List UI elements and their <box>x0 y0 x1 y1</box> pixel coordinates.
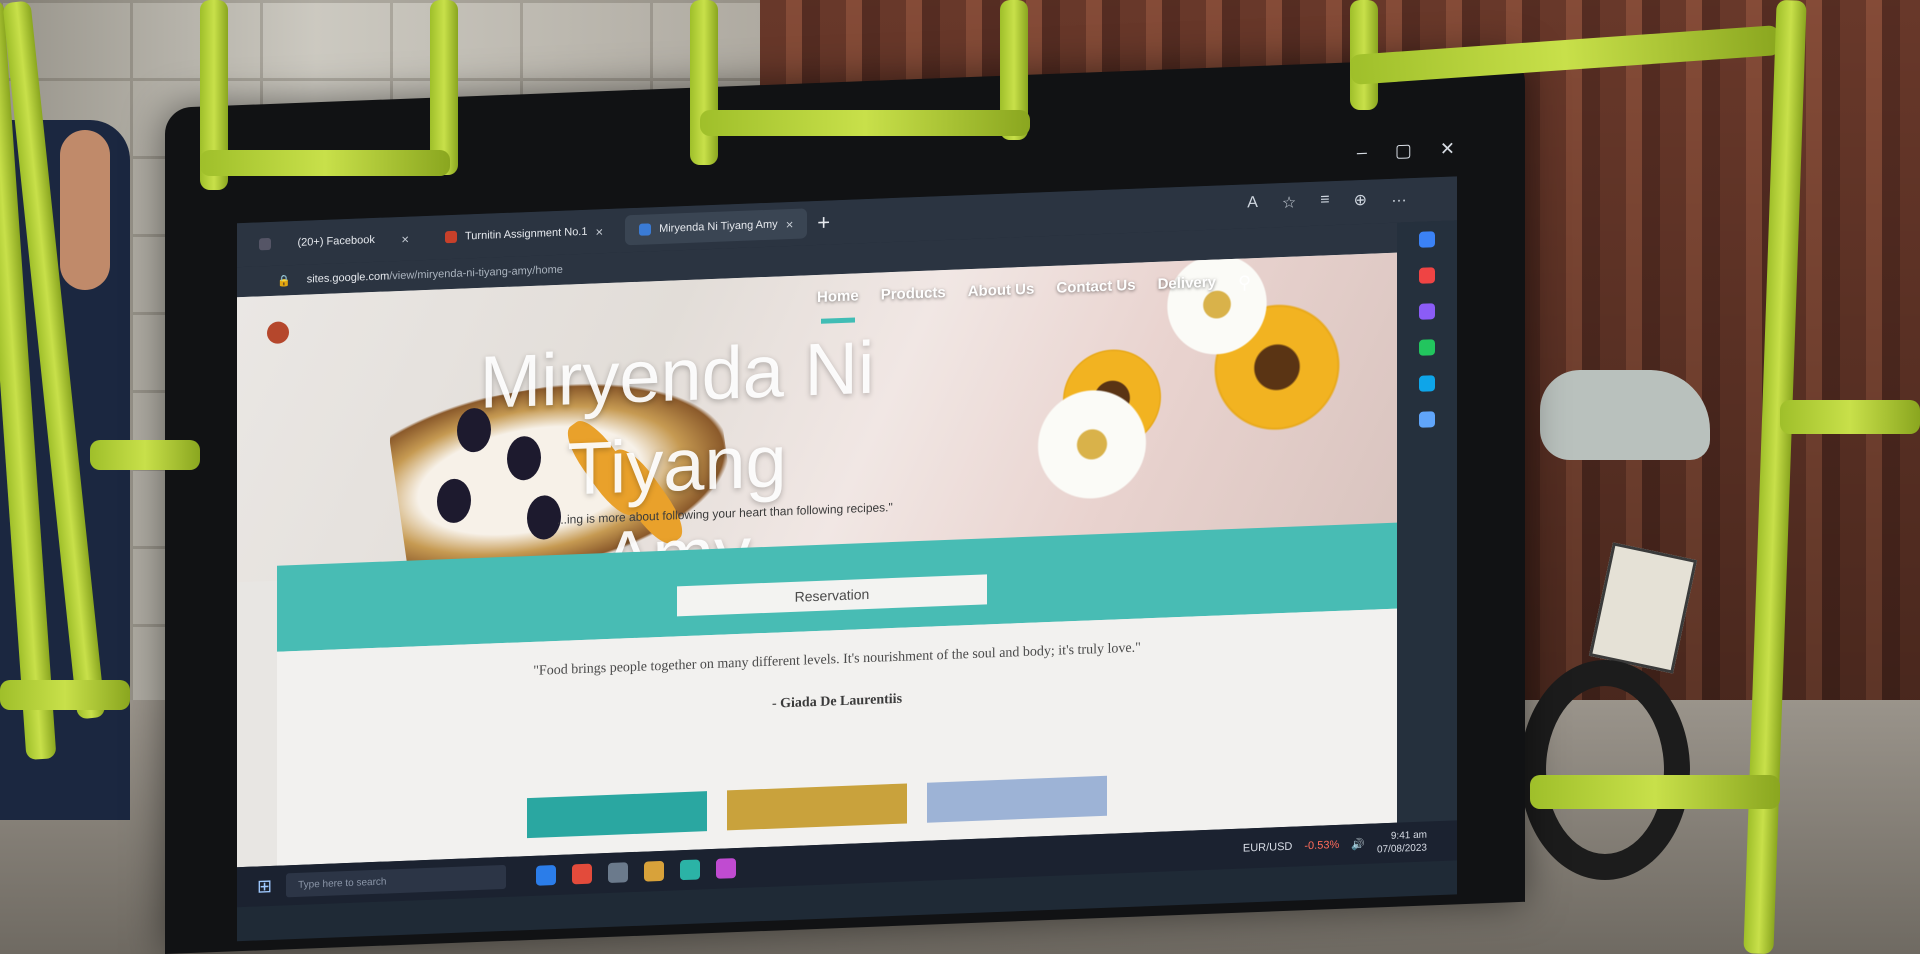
clock[interactable]: 9:41 am 07/08/2023 <box>1377 829 1427 857</box>
windows-start-icon[interactable]: ⊞ <box>257 875 272 897</box>
games-icon[interactable] <box>1419 303 1435 320</box>
nav-about-us[interactable]: About Us <box>968 281 1035 305</box>
lock-icon: 🔒 <box>277 274 291 288</box>
more-menu-icon[interactable]: … <box>1391 188 1407 209</box>
tab-turnitin[interactable]: Turnitin Assignment No.1 × <box>431 216 617 253</box>
thumbnail-image[interactable] <box>527 791 707 839</box>
laptop-screen: (20+) Facebook × Turnitin Assignment No.… <box>237 176 1457 942</box>
url-path: /view/miryenda-ni-tiyang-amy/home <box>389 263 563 283</box>
system-tray: EUR/USD -0.53% 🔊 9:41 am 07/08/2023 <box>1243 822 1427 869</box>
window-controls: – ▢ ✕ <box>1357 138 1455 163</box>
new-tab-button[interactable]: + <box>817 209 830 235</box>
laptop: (20+) Facebook × Turnitin Assignment No.… <box>165 55 1525 954</box>
grill-bar <box>430 0 458 175</box>
office-icon[interactable] <box>1419 339 1435 356</box>
nav-products[interactable]: Products <box>881 284 946 307</box>
send-icon[interactable] <box>1419 411 1435 428</box>
close-tab-icon[interactable]: × <box>595 224 603 239</box>
close-tab-icon[interactable]: × <box>786 216 794 231</box>
collections-icon[interactable]: ⊕ <box>1354 190 1367 211</box>
grill-bar <box>1530 775 1780 809</box>
tab-label: Miryenda Ni Tiyang Amy <box>659 218 778 236</box>
clock-date: 07/08/2023 <box>1376 842 1427 856</box>
read-aloud-icon[interactable]: A <box>1247 194 1258 214</box>
chrome-icon[interactable] <box>572 863 593 885</box>
edge-sidebar <box>1397 220 1457 833</box>
stock-ticker-label[interactable]: EUR/USD <box>1243 841 1293 855</box>
turnitin-icon <box>445 230 457 244</box>
nav-home[interactable]: Home <box>817 287 859 310</box>
nav-delivery[interactable]: Delivery <box>1158 274 1216 297</box>
grill-bar <box>90 440 200 470</box>
close-tab-icon[interactable]: × <box>401 231 409 246</box>
reservation-button[interactable]: Reservation <box>677 574 987 617</box>
volume-icon[interactable]: 🔊 <box>1351 837 1365 851</box>
favorite-star-icon[interactable]: ☆ <box>1282 193 1296 214</box>
google-site-page: Home Products About Us Contact Us Delive… <box>237 252 1397 868</box>
white-flower <box>1027 381 1157 507</box>
app-icon[interactable] <box>716 858 737 879</box>
maximize-icon[interactable]: ▢ <box>1395 140 1412 162</box>
grill-bar <box>700 110 1030 136</box>
grill-bar <box>200 150 450 176</box>
quote-section: "Food brings people together on many dif… <box>277 608 1397 866</box>
outlook-icon[interactable] <box>1419 375 1435 392</box>
site-logo[interactable] <box>267 321 289 345</box>
tab-label: Turnitin Assignment No.1 <box>465 225 588 243</box>
grill-bar <box>0 680 130 710</box>
taskbar-apps <box>536 858 737 886</box>
file-explorer-icon[interactable] <box>644 860 665 882</box>
favorites-list-icon[interactable]: ≡ <box>1320 191 1329 211</box>
tab-label: (20+) Facebook <box>297 233 375 249</box>
minimize-icon[interactable]: – <box>1357 142 1367 163</box>
url-host: sites.google.com <box>306 270 390 286</box>
motorcycle-wheel <box>1520 660 1690 880</box>
taskbar-search-input[interactable]: Type here to search <box>286 864 507 898</box>
tab-miryenda[interactable]: Miryenda Ni Tiyang Amy × <box>625 208 808 246</box>
edge-icon[interactable] <box>536 864 557 886</box>
motorcycle-seat <box>1540 370 1710 460</box>
grill-bar <box>1780 400 1920 434</box>
grill-bar <box>690 0 718 165</box>
thumbnail-image[interactable] <box>727 783 907 831</box>
tab-facebook[interactable]: (20+) Facebook × <box>245 223 423 260</box>
app-icon[interactable] <box>608 862 629 883</box>
browser-toolbar: A ☆ ≡ ⊕ … <box>1247 188 1407 214</box>
license-plate <box>1588 542 1698 674</box>
stock-ticker-change: -0.53% <box>1304 838 1340 853</box>
google-sites-icon <box>639 223 652 236</box>
nav-contact-us[interactable]: Contact Us <box>1056 277 1135 301</box>
site-title-line1: Miryenda Ni Tiyang <box>479 325 875 511</box>
site-search-icon[interactable]: ⚲ <box>1238 272 1251 294</box>
app-icon[interactable] <box>680 859 701 881</box>
facebook-icon <box>259 237 271 251</box>
close-window-icon[interactable]: ✕ <box>1440 138 1455 160</box>
person-arm <box>60 130 110 290</box>
thumbnail-image[interactable] <box>927 775 1107 823</box>
image-strip <box>527 775 1107 839</box>
search-icon[interactable] <box>1419 231 1435 248</box>
tools-icon[interactable] <box>1419 267 1435 284</box>
